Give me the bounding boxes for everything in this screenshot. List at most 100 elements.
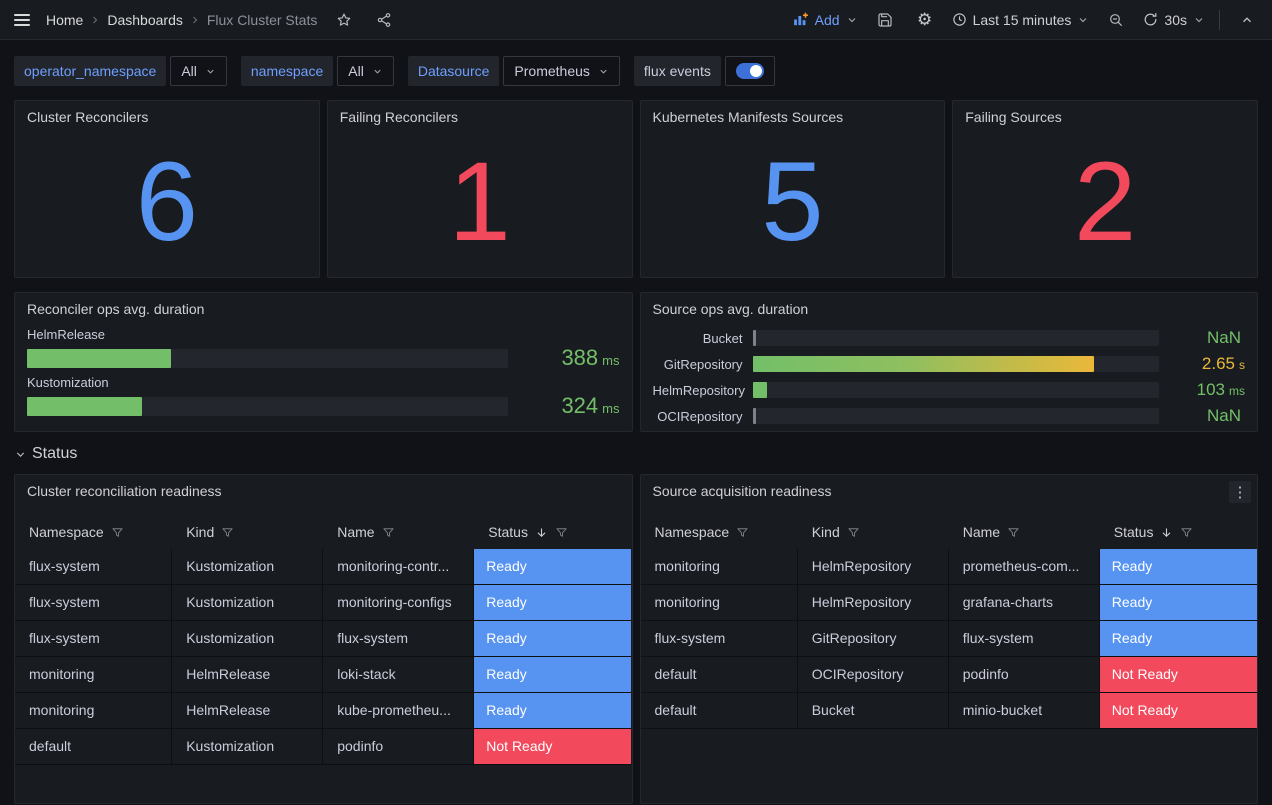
variable-value-operator-namespace[interactable]: All (170, 56, 227, 86)
gauge-row: Bucket NaN (653, 325, 1246, 351)
cell-kind: Kustomization (172, 621, 323, 657)
gauge-bar (753, 408, 756, 424)
panel-title[interactable]: Failing Sources (953, 101, 1257, 129)
cell-status: Ready (474, 585, 631, 621)
cell-kind: Kustomization (172, 549, 323, 585)
gauge-value: 388ms (508, 345, 620, 371)
cell-kind: Bucket (798, 693, 949, 729)
cell-status: Ready (1100, 549, 1257, 585)
star-icon[interactable] (331, 7, 357, 33)
collapse-topbar-icon[interactable] (1234, 7, 1260, 33)
filter-icon (1007, 526, 1020, 539)
panel-cluster-reconcilers: Cluster Reconcilers 6 (14, 100, 320, 278)
column-header-name[interactable]: Name (949, 515, 1100, 549)
panel-menu-icon[interactable]: ⋮ (1229, 481, 1251, 503)
panel-title[interactable]: Source ops avg. duration (641, 293, 1258, 321)
panel-title[interactable]: Cluster Reconcilers (15, 101, 319, 129)
panel-title[interactable]: Reconciler ops avg. duration (15, 293, 632, 321)
gauge-label: OCIRepository (653, 409, 753, 424)
column-header-status[interactable]: Status (474, 515, 631, 549)
table-source-readiness: Namespace Kind Name Status monitoring He… (641, 515, 1258, 729)
column-header-kind[interactable]: Kind (798, 515, 949, 549)
annotation-label-flux-events: flux events (634, 56, 721, 86)
add-panel-button[interactable]: Add (792, 11, 858, 28)
filter-icon (1180, 526, 1193, 539)
cell-namespace: default (641, 657, 798, 693)
cell-namespace: flux-system (15, 585, 172, 621)
panel-failing-sources: Failing Sources 2 (952, 100, 1258, 278)
sort-desc-icon (1160, 526, 1173, 539)
cell-name: grafana-charts (949, 585, 1100, 621)
filter-icon (111, 526, 124, 539)
row-status-toggle[interactable]: Status (14, 442, 1258, 466)
gauge-label: Kustomization (27, 375, 620, 390)
cell-kind: Kustomization (172, 729, 323, 765)
share-icon[interactable] (371, 7, 397, 33)
filter-icon (555, 526, 568, 539)
row-title: Status (32, 445, 77, 463)
column-header-name[interactable]: Name (323, 515, 474, 549)
gauge-row: HelmRelease 388ms (27, 327, 620, 371)
variable-value-datasource[interactable]: Prometheus (503, 56, 619, 86)
cell-name: minio-bucket (949, 693, 1100, 729)
gauge-track (753, 408, 1160, 424)
column-header-status[interactable]: Status (1100, 515, 1257, 549)
cell-kind: Kustomization (172, 585, 323, 621)
panel-title[interactable]: Kubernetes Manifests Sources (641, 101, 945, 129)
gauge-value: NaN (1159, 406, 1245, 426)
chevron-down-icon (598, 66, 609, 77)
refresh-button[interactable]: 30s (1143, 12, 1205, 28)
cell-kind: HelmRepository (798, 585, 949, 621)
refresh-interval: 30s (1164, 12, 1187, 28)
variable-label-operator-namespace: operator_namespace (14, 56, 166, 86)
panel-title[interactable]: Failing Reconcilers (328, 101, 632, 129)
cell-status: Not Ready (1100, 693, 1257, 729)
gauge-row: HelmRepository 103ms (653, 377, 1246, 403)
settings-gear-icon[interactable]: ⚙ (912, 7, 938, 33)
variable-label-datasource: Datasource (408, 56, 500, 86)
panel-title[interactable]: Cluster reconciliation readiness (15, 475, 632, 503)
cell-status: Ready (474, 621, 631, 657)
gauge-bar (27, 349, 171, 368)
cell-name: flux-system (323, 621, 474, 657)
gauge-track (753, 356, 1160, 372)
cell-kind: HelmRelease (172, 657, 323, 693)
gauge-bar (753, 382, 767, 398)
gauge-track (27, 349, 508, 368)
column-header-namespace[interactable]: Namespace (15, 515, 172, 549)
panel-source-acquisition-readiness: Source acquisition readiness ⋮ Namespace… (640, 474, 1259, 804)
gauge-row: GitRepository 2.65s (653, 351, 1246, 377)
save-icon[interactable] (872, 7, 898, 33)
stat-value: 5 (641, 127, 945, 277)
breadcrumb-home[interactable]: Home (46, 12, 83, 28)
variable-value-namespace[interactable]: All (337, 56, 394, 86)
menu-icon[interactable] (12, 10, 32, 30)
gauge-track (753, 330, 1160, 346)
breadcrumb-dashboards[interactable]: Dashboards (107, 12, 183, 28)
stat-value: 6 (15, 127, 319, 277)
column-header-kind[interactable]: Kind (172, 515, 323, 549)
cell-kind: GitRepository (798, 621, 949, 657)
panel-title[interactable]: Source acquisition readiness (641, 475, 1258, 503)
cell-kind: HelmRelease (172, 693, 323, 729)
cell-namespace: default (641, 693, 798, 729)
gauge-row: Kustomization 324ms (27, 375, 620, 419)
filter-icon (847, 526, 860, 539)
breadcrumb-current: Flux Cluster Stats (207, 12, 317, 28)
column-header-namespace[interactable]: Namespace (641, 515, 798, 549)
zoom-out-icon[interactable] (1103, 7, 1129, 33)
cell-name: podinfo (949, 657, 1100, 693)
chevron-down-icon (372, 66, 383, 77)
time-range-picker[interactable]: Last 15 minutes (952, 12, 1090, 28)
cell-namespace: monitoring (641, 585, 798, 621)
cell-namespace: default (15, 729, 172, 765)
cell-name: flux-system (949, 621, 1100, 657)
cell-name: monitoring-configs (323, 585, 474, 621)
top-nav: Home Dashboards Flux Cluster Stats (0, 0, 1272, 40)
cell-kind: OCIRepository (798, 657, 949, 693)
cell-status: Ready (1100, 621, 1257, 657)
chevron-right-icon (189, 14, 201, 26)
flux-events-toggle[interactable] (725, 56, 775, 86)
variable-label-namespace: namespace (241, 56, 333, 86)
gauge-track (27, 397, 508, 416)
